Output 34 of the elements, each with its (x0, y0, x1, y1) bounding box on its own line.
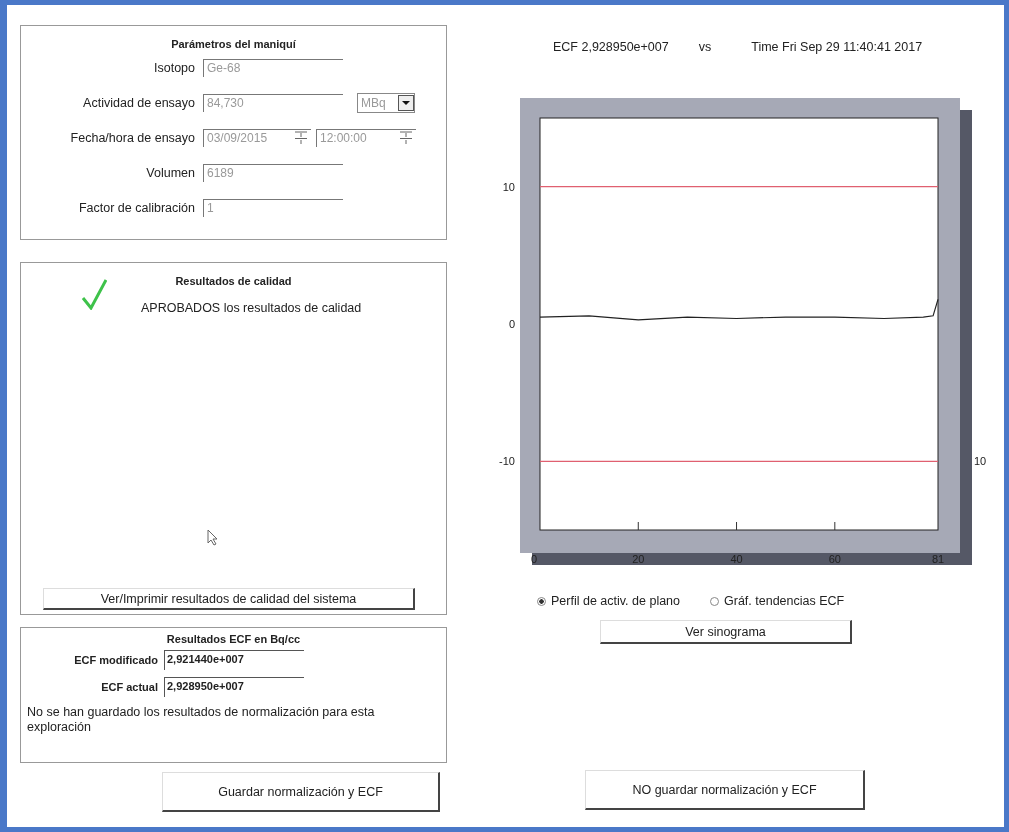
axis-label: 60 (828, 553, 841, 565)
chart-title: Time Fri Sep 29 11:40:41 2017 (751, 40, 923, 54)
input-field[interactable]: 2,928950e+007 (164, 677, 304, 697)
field-label: Isotopo (153, 60, 196, 75)
tick-mark (736, 521, 738, 531)
chart-title: ECF 2,928950e+007 (553, 40, 669, 54)
panel-title: Parámetros del maniquí (170, 38, 297, 50)
axis-label: 40 (730, 553, 743, 565)
axis-label: 10 (974, 455, 987, 468)
field-label: Factor de calibración (77, 200, 196, 215)
pointer-icon (207, 529, 219, 546)
tick-mark (637, 521, 639, 531)
field-label: Actividad de ensayo (82, 95, 196, 110)
field-label: Fecha/hora de ensayo (69, 130, 196, 145)
discard-button[interactable]: NO guardar normalización y ECF (585, 770, 865, 810)
radio-icon[interactable] (537, 596, 546, 606)
panel-title: Resultados ECF en Bq/cc (165, 633, 302, 645)
axis-label: -10 (499, 455, 515, 468)
axis-label: 10 (502, 180, 515, 193)
save-button[interactable]: Guardar normalización y ECF (162, 772, 440, 812)
axis-label: 20 (632, 553, 645, 565)
status-note: No se han guardado los resultados de normalización para esta exploración (27, 705, 376, 735)
field-label: ECF modificado (73, 654, 159, 666)
field-label: Volumen (145, 165, 196, 180)
quality-message: APROBADOS los resultados de calidad (141, 301, 362, 315)
field-label: ECF actual (100, 681, 159, 693)
sinogram-button[interactable]: Ver sinograma (600, 620, 852, 644)
axis-label: 0 (508, 318, 515, 330)
chart-title: vs (698, 40, 712, 54)
axis-label: 81 (931, 553, 945, 565)
panel-title: Resultados de calidad (174, 275, 293, 287)
tick-mark (834, 521, 836, 531)
print-results-button[interactable]: Ver/Imprimir resultados de calidad del sistema (43, 588, 415, 610)
input-field[interactable]: 2,921440e+007 (164, 650, 304, 670)
